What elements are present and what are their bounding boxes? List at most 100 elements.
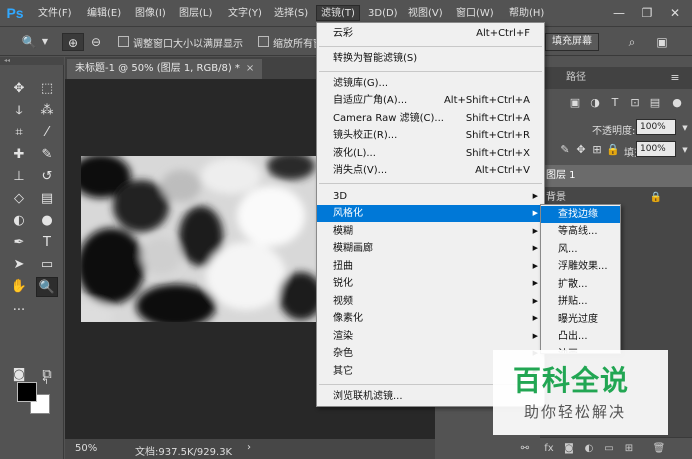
minimize-icon[interactable]: — bbox=[608, 4, 630, 22]
zoom-in-icon[interactable]: ⊕ bbox=[62, 33, 84, 51]
magic-wand-icon[interactable]: ⁂ bbox=[36, 101, 58, 121]
adjustment-filter-icon[interactable]: ◑ bbox=[588, 96, 602, 110]
lasso-tool-icon[interactable]: ↆ bbox=[8, 101, 30, 121]
lock-all-icon[interactable]: 🔒 bbox=[606, 143, 620, 157]
submenu-item-contour[interactable]: 等高线... bbox=[541, 223, 620, 240]
brush-tool-icon[interactable]: ✎ bbox=[36, 145, 58, 165]
menu-item-blur-gallery[interactable]: 模糊画廊 ▶ bbox=[317, 240, 544, 257]
filter-toggle-icon[interactable]: ● bbox=[670, 96, 684, 110]
zoom-tool-preset-icon[interactable]: 🔍 bbox=[20, 33, 38, 51]
add-mask-icon[interactable]: ◙ bbox=[562, 442, 576, 456]
menu-item-video[interactable]: 视频 ▶ bbox=[317, 293, 544, 310]
cloud-image[interactable] bbox=[81, 156, 317, 322]
lock-artboard-icon[interactable]: ⊞ bbox=[590, 143, 604, 157]
menu-item-stylize[interactable]: 风格化 ▶ bbox=[317, 205, 544, 222]
menu-image[interactable]: 图像(I) bbox=[131, 6, 170, 22]
close-tab-icon[interactable]: × bbox=[246, 63, 254, 74]
menu-help[interactable]: 帮助(H) bbox=[505, 6, 548, 22]
hand-tool-icon[interactable]: ✋ bbox=[8, 277, 30, 297]
menu-view[interactable]: 视图(V) bbox=[404, 6, 447, 22]
foreground-color-swatch[interactable] bbox=[17, 382, 37, 402]
menu-item-blur[interactable]: 模糊 ▶ bbox=[317, 223, 544, 240]
fill-screen-button[interactable]: 填充屏幕 bbox=[545, 33, 599, 51]
opacity-chevron-icon[interactable]: ▼ bbox=[678, 121, 692, 135]
menu-item-lens-correction[interactable]: 镜头校正(R)... Shift+Ctrl+R bbox=[317, 127, 544, 144]
menu-item-clouds[interactable]: 云彩 Alt+Ctrl+F bbox=[317, 25, 544, 42]
fill-input[interactable]: 100% bbox=[636, 141, 676, 157]
restore-icon[interactable]: ❐ bbox=[636, 4, 658, 22]
adjustment-layer-icon[interactable]: ◐ bbox=[582, 442, 596, 456]
menu-select[interactable]: 选择(S) bbox=[270, 6, 312, 22]
group-icon[interactable]: ▭ bbox=[602, 442, 616, 456]
menu-window[interactable]: 窗口(W) bbox=[452, 6, 498, 22]
menu-layer[interactable]: 图层(L) bbox=[175, 6, 216, 22]
fit-window-checkbox[interactable] bbox=[118, 36, 129, 47]
path-select-icon[interactable]: ➤ bbox=[8, 255, 30, 275]
crop-tool-icon[interactable]: ⌗ bbox=[8, 123, 30, 143]
menu-item-sharpen[interactable]: 锐化 ▶ bbox=[317, 275, 544, 292]
menu-file[interactable]: 文件(F) bbox=[34, 6, 76, 22]
fill-chevron-icon[interactable]: ▼ bbox=[678, 143, 692, 157]
panel-menu-icon[interactable]: ≡ bbox=[668, 71, 682, 85]
history-brush-icon[interactable]: ↺ bbox=[36, 167, 58, 187]
menu-item-render[interactable]: 渲染 ▶ bbox=[317, 328, 544, 345]
menu-item-adaptive-wide-angle[interactable]: 自适应广角(A)... Alt+Shift+Ctrl+A bbox=[317, 92, 544, 109]
gradient-tool-icon[interactable]: ▤ bbox=[36, 189, 58, 209]
image-filter-icon[interactable]: ▣ bbox=[568, 96, 582, 110]
screen-mode-icon[interactable]: ⧉ bbox=[36, 365, 58, 385]
shape-filter-icon[interactable]: ⊡ bbox=[628, 96, 642, 110]
dodge-tool-icon[interactable]: ● bbox=[36, 211, 58, 231]
close-icon[interactable]: ✕ bbox=[664, 4, 686, 22]
pen-tool-icon[interactable]: ✒ bbox=[8, 233, 30, 253]
menu-item-liquify[interactable]: 液化(L)... Shift+Ctrl+X bbox=[317, 145, 544, 162]
delete-layer-icon[interactable]: 🗑 bbox=[652, 442, 666, 456]
type-filter-icon[interactable]: T bbox=[608, 96, 622, 110]
blur-tool-icon[interactable]: ◐ bbox=[8, 211, 30, 231]
menu-filter[interactable]: 滤镜(T) bbox=[316, 5, 360, 21]
menu-item-camera-raw[interactable]: Camera Raw 滤镜(C)... Shift+Ctrl+A bbox=[317, 110, 544, 127]
submenu-item-find-edges[interactable]: 查找边缘 bbox=[541, 206, 620, 223]
chevron-down-icon[interactable]: ▼ bbox=[40, 33, 50, 51]
opacity-input[interactable]: 100% bbox=[636, 119, 676, 135]
search-icon[interactable]: ⌕ bbox=[622, 33, 642, 51]
marquee-tool-icon[interactable]: ⬚ bbox=[36, 79, 58, 99]
menu-item-pixelate[interactable]: 像素化 ▶ bbox=[317, 310, 544, 327]
lock-pixels-icon[interactable]: ✎ bbox=[558, 143, 572, 157]
submenu-item-wind[interactable]: 风... bbox=[541, 241, 620, 258]
workspace-icon[interactable]: ▣ bbox=[652, 33, 672, 51]
smart-object-filter-icon[interactable]: ▤ bbox=[648, 96, 662, 110]
menu-item-vanishing-point[interactable]: 消失点(V)... Alt+Ctrl+V bbox=[317, 162, 544, 179]
shape-tool-icon[interactable]: ▭ bbox=[36, 255, 58, 275]
menu-item-filter-gallery[interactable]: 滤镜库(G)... bbox=[317, 75, 544, 92]
menu-item-convert-smart-filter[interactable]: 转换为智能滤镜(S) bbox=[317, 50, 544, 67]
layer-style-icon[interactable]: fx bbox=[542, 442, 556, 456]
submenu-item-extrude[interactable]: 凸出... bbox=[541, 328, 620, 345]
move-tool-icon[interactable]: ✥ bbox=[8, 79, 30, 99]
healing-brush-icon[interactable]: ✚ bbox=[8, 145, 30, 165]
document-tab[interactable]: 未标题-1 @ 50% (图层 1, RGB/8) * × bbox=[67, 59, 263, 79]
lock-position-icon[interactable]: ✥ bbox=[574, 143, 588, 157]
menu-3d[interactable]: 3D(D) bbox=[364, 6, 402, 22]
eyedropper-icon[interactable]: ⁄ bbox=[36, 123, 58, 143]
layer-row-layer1[interactable]: 图层 1 bbox=[540, 165, 692, 187]
submenu-item-solarize[interactable]: 曝光过度 bbox=[541, 311, 620, 328]
menu-item-3d[interactable]: 3D ▶ bbox=[317, 188, 544, 205]
tab-paths[interactable]: 路径 bbox=[558, 67, 594, 89]
stamp-tool-icon[interactable]: ⊥ bbox=[8, 167, 30, 187]
new-layer-icon[interactable]: ⊞ bbox=[622, 442, 636, 456]
menu-item-distort[interactable]: 扭曲 ▶ bbox=[317, 258, 544, 275]
link-layers-icon[interactable]: ⚯ bbox=[518, 442, 532, 456]
more-tools-icon[interactable]: ··· bbox=[8, 301, 30, 321]
submenu-item-emboss[interactable]: 浮雕效果... bbox=[541, 258, 620, 275]
submenu-item-diffuse[interactable]: 扩散... bbox=[541, 276, 620, 293]
eraser-tool-icon[interactable]: ◇ bbox=[8, 189, 30, 209]
zoom-tool-icon[interactable]: 🔍 bbox=[36, 277, 58, 297]
menu-type[interactable]: 文字(Y) bbox=[224, 6, 266, 22]
type-tool-icon[interactable]: T bbox=[36, 233, 58, 253]
status-menu-arrow[interactable]: › bbox=[247, 442, 251, 453]
zoom-all-checkbox[interactable] bbox=[258, 36, 269, 47]
zoom-out-icon[interactable]: ⊖ bbox=[86, 33, 106, 51]
zoom-level[interactable]: 50% bbox=[75, 443, 97, 454]
toolbox-collapse-icon[interactable]: ◂◂ bbox=[0, 57, 64, 65]
menu-edit[interactable]: 编辑(E) bbox=[83, 6, 125, 22]
